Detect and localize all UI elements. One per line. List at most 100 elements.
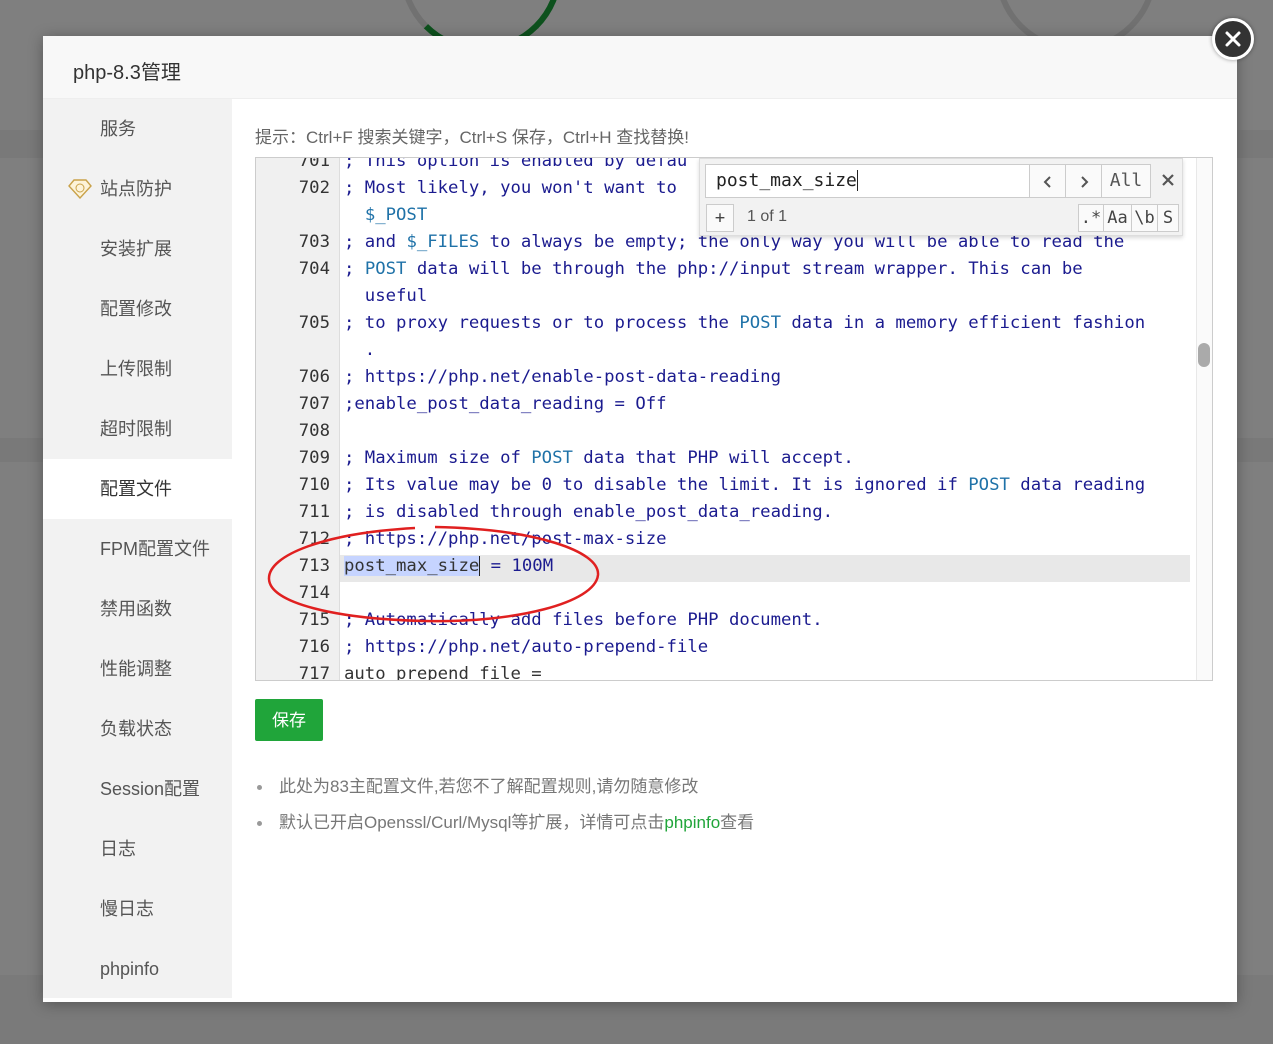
code-line: ; Maximum size of POST data that PHP wil…	[344, 445, 854, 472]
code-text: ; https://php.net/auto-prepend-file	[344, 637, 709, 657]
sidebar-item-label: 超时限制	[100, 419, 172, 439]
sidebar-item-slow-log[interactable]: 慢日志	[43, 879, 232, 939]
sidebar-item-label: 性能调整	[100, 659, 172, 679]
code-text: ; is disabled through enable_post_data_r…	[344, 502, 833, 522]
line-number	[256, 202, 330, 229]
sidebar-item-config-file[interactable]: 配置文件	[43, 459, 232, 519]
note-text: 默认已开启Openssl/Curl/Mysql等扩展，详情可点击	[279, 813, 665, 832]
close-dialog-button[interactable]	[1212, 18, 1254, 60]
search-panel: post_max_size All + 1 of 1 .* Aa \b S	[699, 158, 1183, 236]
sidebar-item-label: 配置修改	[100, 299, 172, 319]
sidebar-item-disabled-functions[interactable]: 禁用函数	[43, 579, 232, 639]
phpinfo-link[interactable]: phpinfo	[664, 813, 720, 832]
code-line: ; Its value may be 0 to disable the limi…	[344, 472, 1145, 499]
sidebar-item-label: 日志	[100, 839, 136, 859]
close-icon	[1225, 31, 1241, 47]
line-number: 717	[298, 664, 330, 681]
code-text: ; and	[344, 232, 407, 252]
sidebar-item-label: Session配置	[100, 779, 201, 799]
regex-toggle[interactable]: .*	[1078, 204, 1104, 232]
whole-word-toggle[interactable]: \b	[1131, 204, 1158, 232]
code-text: data will be through the php://input str…	[406, 259, 1083, 279]
vertical-scrollbar-track[interactable]	[1196, 158, 1212, 680]
code-line: ;enable_post_data_reading = Off	[344, 391, 667, 418]
sidebar-item-performance[interactable]: 性能调整	[43, 639, 232, 699]
code-text: ;	[344, 259, 365, 279]
sidebar-item-session[interactable]: Session配置	[43, 759, 232, 819]
enterprise-gem-icon	[68, 179, 92, 199]
code-text: data reading	[1009, 475, 1146, 495]
code-line: ; This option is enabled by defau	[344, 157, 688, 175]
line-number: 707	[298, 394, 330, 414]
code-text: ; Maximum size of	[344, 448, 532, 468]
sidebar-item-label: phpinfo	[100, 959, 160, 979]
next-match-button[interactable]	[1065, 164, 1102, 198]
chevron-right-icon	[1080, 176, 1088, 188]
previous-match-button[interactable]	[1029, 164, 1066, 198]
sidebar-item-fpm-config[interactable]: FPM配置文件	[43, 519, 232, 579]
code-line: ; https://php.net/enable-post-data-readi…	[344, 364, 781, 391]
sidebar-item-label: 配置文件	[100, 479, 172, 499]
sidebar-item-phpinfo[interactable]: phpinfo	[43, 939, 232, 999]
note-text: 查看	[720, 813, 755, 832]
sidebar-item-config-modify[interactable]: 配置修改	[43, 279, 232, 339]
sidebar-item-log[interactable]: 日志	[43, 819, 232, 879]
line-number	[256, 337, 330, 364]
code-text: .	[344, 340, 376, 360]
line-number: 708	[298, 421, 330, 441]
shortcut-hint: 提示：Ctrl+F 搜索关键字，Ctrl+S 保存，Ctrl+H 查找替换!	[255, 128, 689, 147]
code-text: auto_prepend_file =	[344, 664, 542, 681]
code-line: ; Most likely, you won't want to	[344, 175, 677, 202]
list-item: 默认已开启Openssl/Curl/Mysql等扩展，详情可点击phpinfo查…	[255, 805, 754, 841]
sidebar-item-upload-limit[interactable]: 上传限制	[43, 339, 232, 399]
code-line: $_POST	[344, 202, 427, 229]
code-text: ;enable_post_data_reading = Off	[344, 394, 667, 414]
vertical-scrollbar-thumb[interactable]	[1198, 343, 1210, 367]
line-number: 716	[298, 637, 330, 657]
sidebar-item-label: 慢日志	[100, 899, 154, 919]
text-cursor	[856, 170, 858, 191]
code-text: data in a memory efficient fashion	[780, 313, 1146, 333]
code-text: ; This option is enabled by defau	[344, 157, 688, 171]
search-in-selection-toggle[interactable]: S	[1157, 204, 1179, 232]
line-number: 706	[298, 367, 330, 387]
match-counter: 1 of 1	[747, 208, 788, 225]
annotation-ellipse	[267, 525, 600, 623]
line-number: 703	[298, 232, 330, 252]
sidebar-item-label: FPM配置文件	[100, 539, 210, 559]
sidebar-item-site-protection[interactable]: 站点防护	[43, 159, 232, 219]
sidebar-item-load-status[interactable]: 负载状态	[43, 699, 232, 759]
line-number: 710	[298, 475, 330, 495]
code-keyword: $_FILES	[406, 232, 480, 252]
code-line: ; is disabled through enable_post_data_r…	[344, 499, 833, 526]
list-item: 此处为83主配置文件,若您不了解配置规则,请勿随意修改	[255, 769, 754, 805]
sidebar-item-service[interactable]: 服务	[43, 99, 232, 159]
code-text: ; to proxy requests or to process the	[344, 313, 740, 333]
notes-list: 此处为83主配置文件,若您不了解配置规则,请勿随意修改 默认已开启Openssl…	[255, 769, 754, 841]
line-number: 704	[298, 259, 330, 279]
note-text: 此处为83主配置文件,若您不了解配置规则,请勿随意修改	[279, 777, 699, 796]
code-text: ; Most likely, you won't want to	[344, 178, 677, 198]
close-search-button[interactable]	[1156, 167, 1180, 195]
line-number: 709	[298, 448, 330, 468]
code-text: useful	[344, 286, 428, 306]
code-text: data that PHP will accept.	[572, 448, 854, 468]
code-line: useful	[344, 283, 427, 310]
sidebar-item-install-extension[interactable]: 安装扩展	[43, 219, 232, 279]
search-input[interactable]: post_max_size	[705, 164, 1030, 198]
code-keyword: POST	[739, 313, 781, 333]
sidebar-item-label: 安装扩展	[100, 239, 172, 259]
sidebar-item-label: 服务	[100, 119, 136, 139]
code-line: .	[344, 337, 375, 364]
toggle-replace-button[interactable]: +	[706, 204, 734, 232]
case-sensitive-toggle[interactable]: Aa	[1103, 204, 1132, 232]
select-all-matches-button[interactable]: All	[1101, 164, 1151, 198]
code-line: ; https://php.net/auto-prepend-file	[344, 634, 708, 661]
sidebar-item-timeout-limit[interactable]: 超时限制	[43, 399, 232, 459]
line-number: 702	[298, 178, 330, 198]
save-button[interactable]: 保存	[255, 699, 323, 741]
code-text: ; Its value may be 0 to disable the limi…	[344, 475, 969, 495]
sidebar-item-label: 站点防护	[100, 179, 172, 199]
code-keyword: POST	[968, 475, 1010, 495]
